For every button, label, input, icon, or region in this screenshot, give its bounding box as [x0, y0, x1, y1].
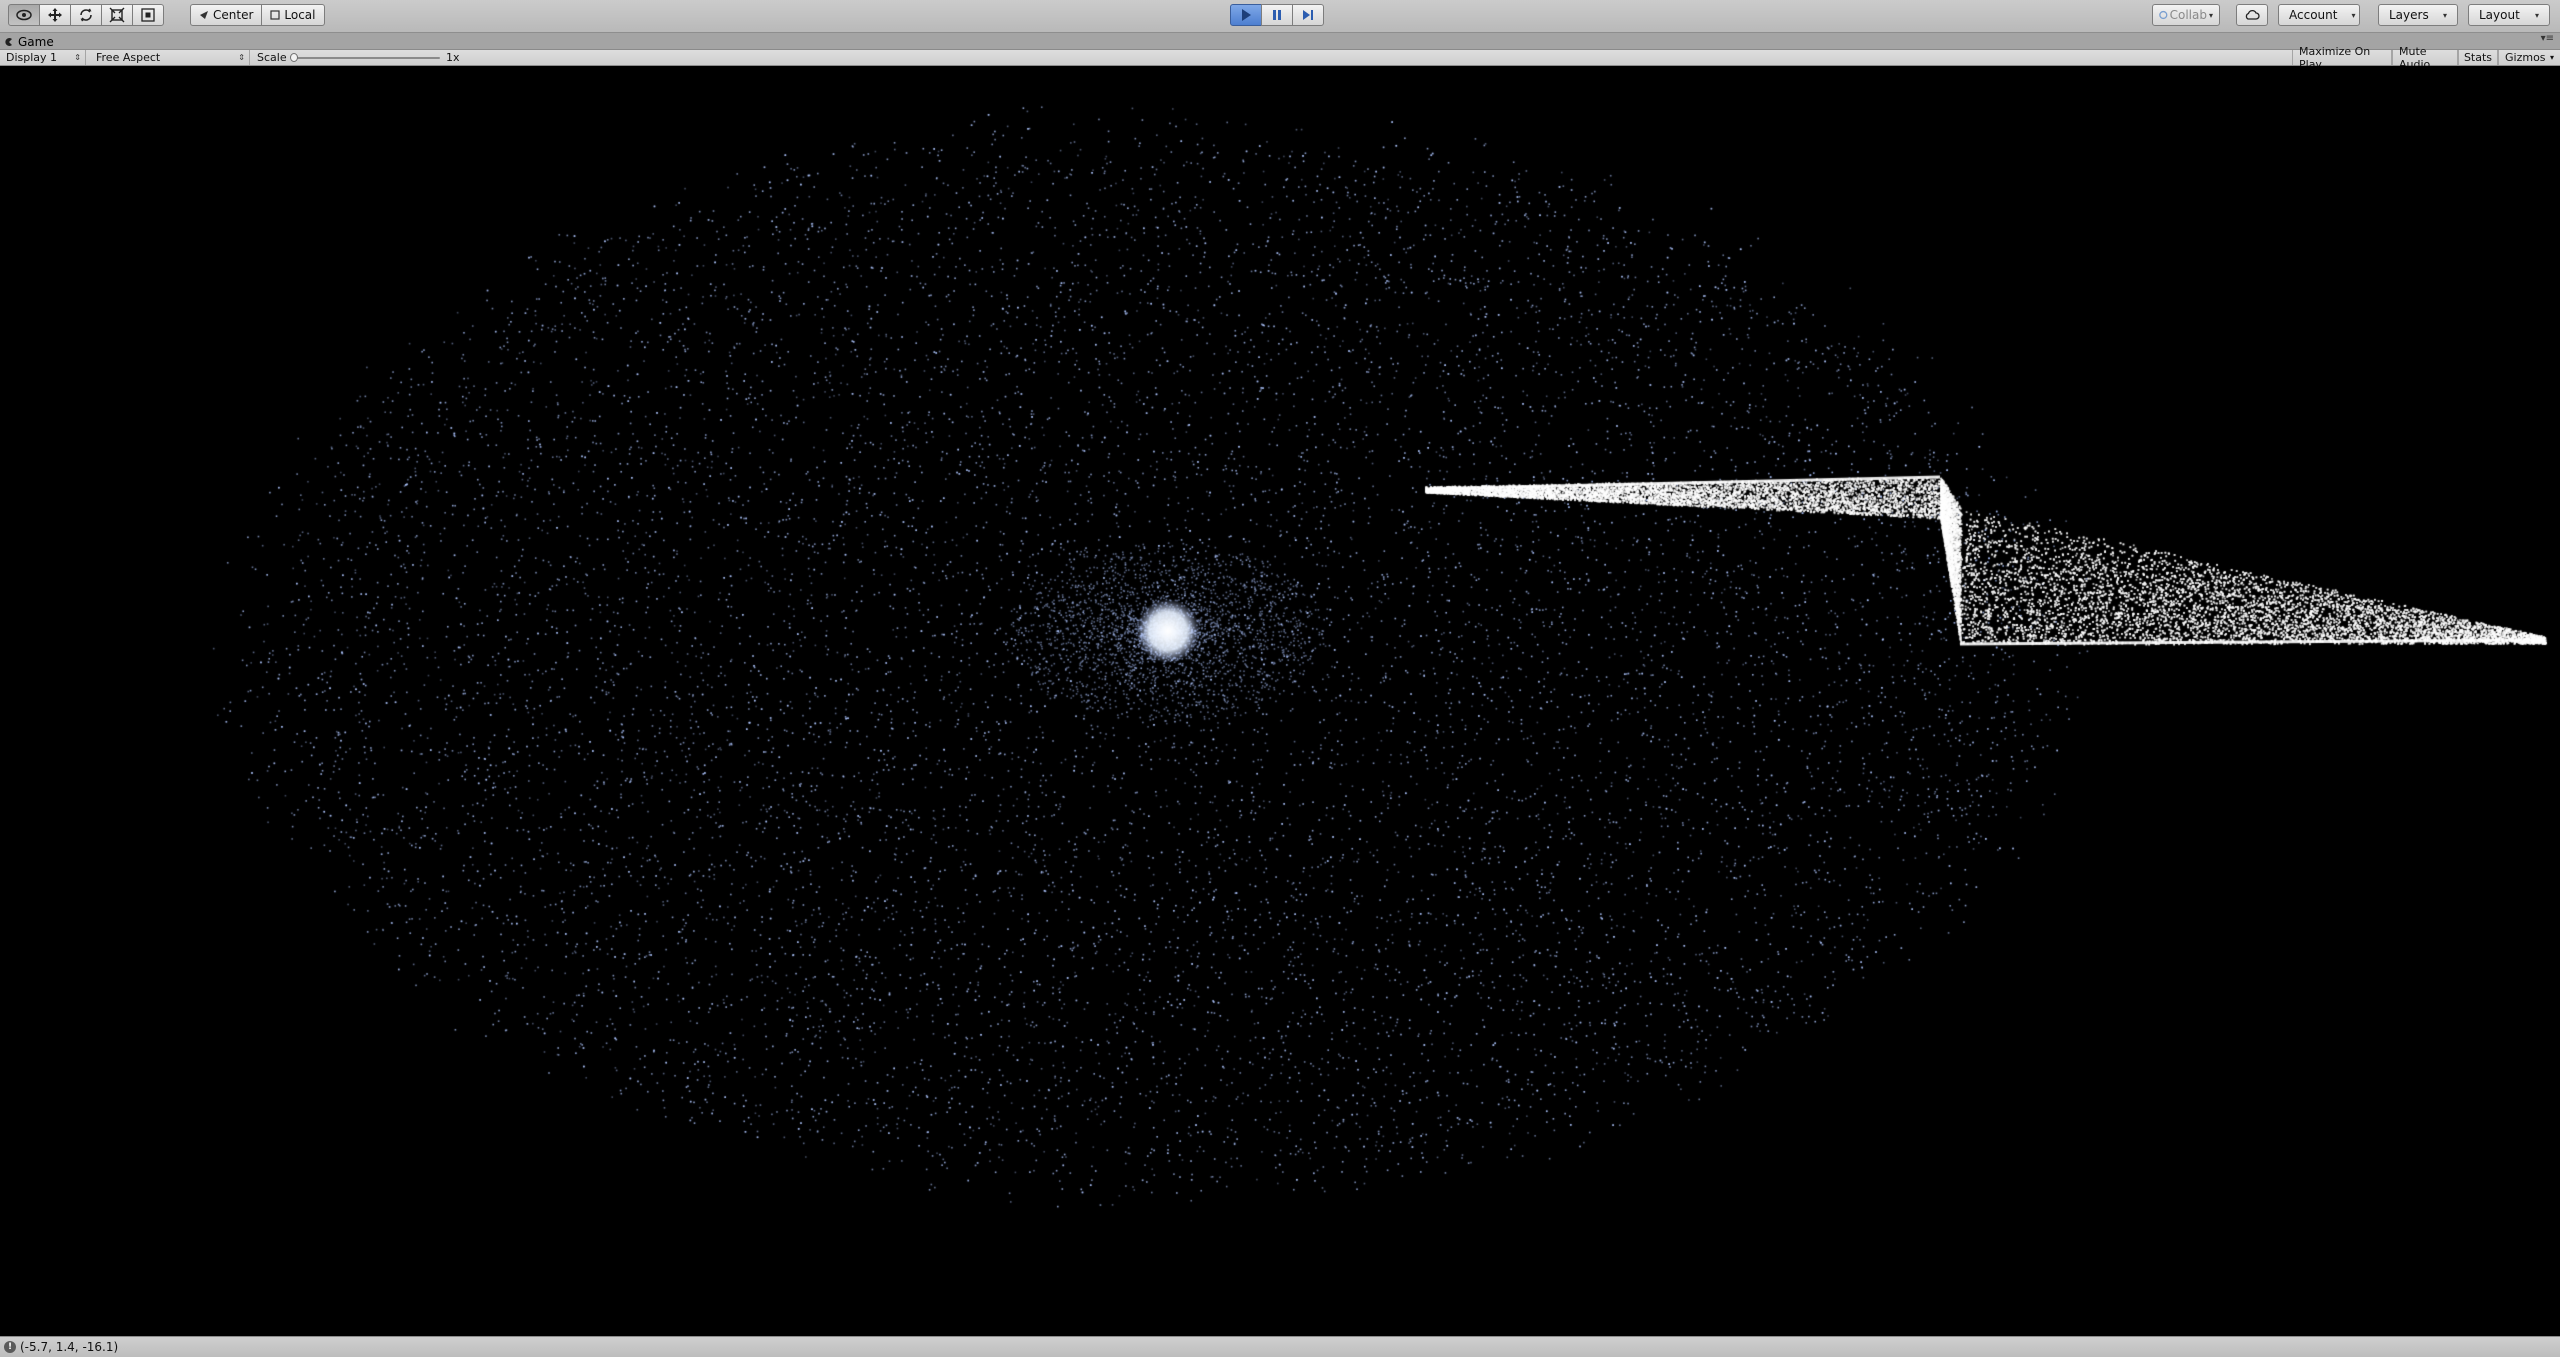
pivot-center-label: Center: [213, 8, 254, 22]
gizmos-dropdown[interactable]: Gizmos ▾: [2498, 50, 2560, 65]
scale-slider-track[interactable]: [292, 57, 440, 59]
rotate-icon: [80, 8, 92, 22]
cloud-icon: [2245, 9, 2260, 20]
chevron-down-icon: ▾: [2549, 53, 2554, 62]
pivot-center-button[interactable]: Center: [190, 4, 263, 26]
game-view-controls: Display 1 ⇕ Free Aspect ⇕ Scale 1x Maxim…: [0, 45, 2560, 71]
mute-audio-toggle[interactable]: Mute Audio: [2392, 45, 2458, 71]
cloud-group: [2236, 4, 2268, 26]
status-message[interactable]: (-5.7, 1.4, -16.1): [20, 1340, 118, 1354]
stats-toggle[interactable]: Stats: [2458, 50, 2498, 65]
layout-label: Layout: [2479, 8, 2520, 22]
layers-label: Layers: [2389, 8, 2429, 22]
main-toolbar: Center Local Collab ▾ Account ▾ Layers ▾…: [0, 0, 2560, 33]
pivot-toggles: Center Local: [190, 4, 325, 26]
account-group: Account ▾: [2278, 4, 2360, 26]
pause-icon: [1273, 10, 1281, 20]
layers-group: Layers ▾: [2378, 4, 2458, 26]
play-icon: [1242, 9, 1251, 21]
collab-icon: [2159, 10, 2168, 20]
transform-tools: [8, 4, 164, 26]
scale-slider-thumb[interactable]: [290, 53, 298, 62]
tab-game[interactable]: Game: [4, 33, 54, 50]
scale-label: Scale: [257, 51, 287, 64]
status-bar: ! (-5.7, 1.4, -16.1): [0, 1336, 2560, 1357]
display-dropdown[interactable]: Display 1 ⇕: [0, 50, 86, 65]
display-label: Display 1: [6, 51, 58, 64]
info-icon: !: [4, 1341, 16, 1353]
chevron-down-icon: ▾: [2442, 10, 2447, 20]
play-button[interactable]: [1230, 4, 1262, 26]
scale-icon: [109, 7, 125, 23]
layers-dropdown[interactable]: Layers ▾: [2378, 4, 2458, 26]
collab-dropdown[interactable]: Collab ▾: [2152, 4, 2220, 26]
account-label: Account: [2289, 8, 2338, 22]
eye-icon: [16, 9, 32, 21]
aspect-label: Free Aspect: [96, 51, 161, 64]
cloud-button[interactable]: [2236, 4, 2268, 26]
scale-value: 1x: [446, 51, 460, 64]
move-arrows-icon: [48, 8, 62, 22]
view-tool-button[interactable]: [8, 4, 40, 26]
layout-group: Layout ▾: [2468, 4, 2550, 26]
game-viewport[interactable]: [0, 66, 2560, 1336]
move-tool-button[interactable]: [39, 4, 71, 26]
pivot-icon: [200, 11, 208, 19]
aspect-dropdown[interactable]: Free Aspect ⇕: [90, 50, 250, 65]
stats-label: Stats: [2463, 51, 2493, 64]
updown-caret-icon: ⇕: [74, 53, 81, 62]
account-dropdown[interactable]: Account ▾: [2278, 4, 2360, 26]
rect-transform-icon: [141, 8, 155, 22]
collab-label: Collab: [2169, 8, 2207, 22]
play-controls: [1230, 4, 1324, 26]
updown-caret-icon: ⇕: [238, 53, 245, 62]
chevron-down-icon: ▾: [2534, 10, 2539, 20]
layout-dropdown[interactable]: Layout ▾: [2468, 4, 2550, 26]
pivot-local-label: Local: [284, 8, 316, 22]
rotate-tool-button[interactable]: [70, 4, 102, 26]
step-icon: [1303, 10, 1313, 20]
chevron-down-icon: ▾: [2208, 10, 2213, 20]
collab-group: Collab ▾: [2152, 4, 2220, 26]
panel-menu-icon[interactable]: ▾≡: [2541, 33, 2554, 44]
gizmos-label: Gizmos: [2505, 51, 2546, 64]
particle-galaxy-render: [0, 66, 2560, 1336]
scale-value-cell: 1x: [446, 50, 466, 65]
game-controller-icon: [5, 37, 12, 46]
scale-tool-button[interactable]: [101, 4, 133, 26]
panel-tab-bar: Game ▾≡: [0, 33, 2560, 50]
chevron-down-icon: ▾: [2351, 10, 2356, 20]
local-space-icon: [270, 10, 280, 20]
pivot-local-button[interactable]: Local: [261, 4, 325, 26]
maximize-on-play-toggle[interactable]: Maximize On Play: [2292, 45, 2392, 71]
rect-tool-button[interactable]: [132, 4, 164, 26]
pause-button[interactable]: [1261, 4, 1293, 26]
tab-game-label: Game: [18, 34, 54, 49]
step-button[interactable]: [1292, 4, 1324, 26]
